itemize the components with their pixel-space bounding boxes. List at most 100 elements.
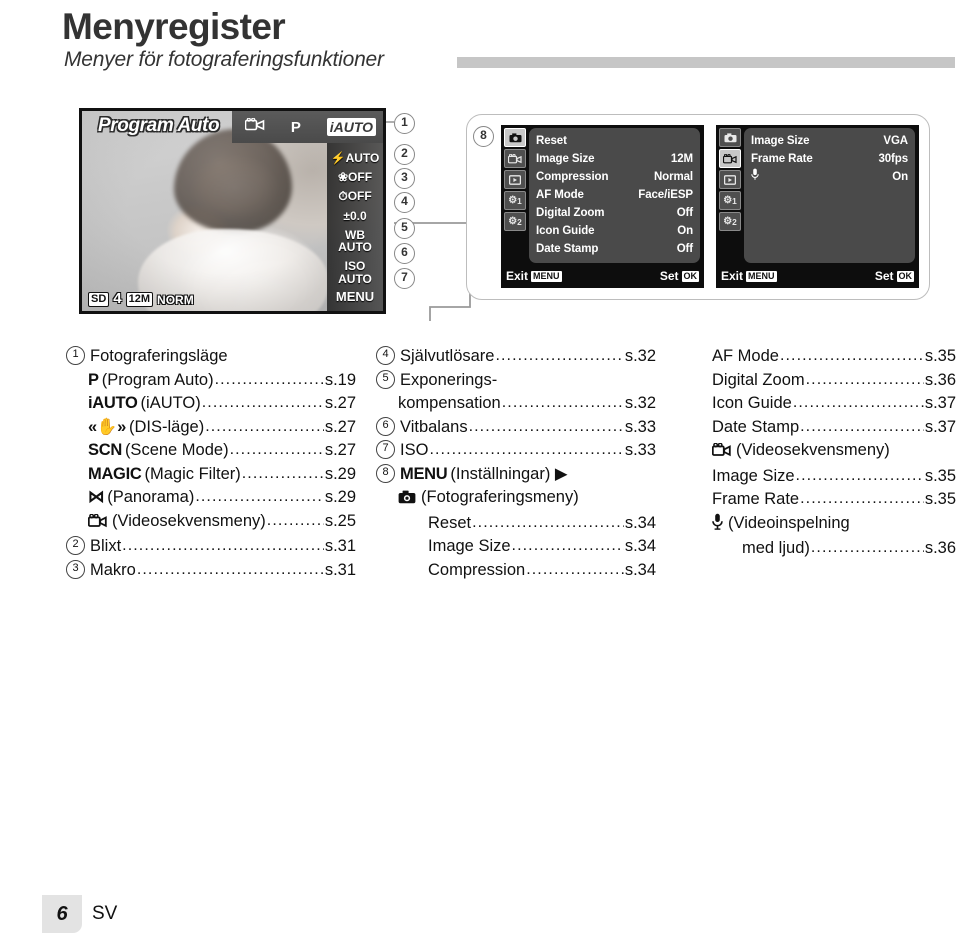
index-entry-label: Compression [398,559,525,583]
index-entry-number: 4 [376,346,395,366]
index-entry[interactable]: 5 Exponerings- [376,369,656,393]
page-number: 6 [56,902,68,925]
index-entry[interactable]: «✋»(DIS-läge)...........................… [66,416,356,440]
settings-2-tab[interactable]: ⚙ 2 [504,212,526,231]
leader-dots: ........................................… [795,466,924,484]
index-entry-number: 8 [376,463,395,483]
movie-tab[interactable] [504,149,526,168]
index-entry-page: s.35 [924,490,956,508]
leader-dots: ........................................… [810,539,924,556]
leader-dots: ........................................… [800,417,924,435]
still-camera-tab[interactable] [719,128,741,147]
index-entry[interactable]: med ljud)...............................… [690,537,956,561]
index-entry-label: Exponerings- [400,369,497,393]
menu-row[interactable]: Icon Guide On [536,222,693,240]
menu-row[interactable]: Date Stamp Off [536,240,693,258]
callout-7: 7 [394,268,415,289]
menu-row-label: Date Stamp [536,243,599,255]
index-entry-page: s.35 [924,466,956,485]
index-entry-text: Image Size [712,466,795,485]
menu-row-value: 30fps [878,153,908,165]
playback-tab[interactable] [719,170,741,189]
leader-dots: ........................................… [429,441,624,458]
index-entry-page: s.31 [324,560,356,579]
index-entry-label: Digital Zoom [712,369,805,393]
playback-tab[interactable] [504,170,526,189]
page-title: Menyregister [62,6,286,47]
index-entry-number: 6 [376,416,395,436]
index-entry[interactable]: (Videoinspelning [690,512,956,538]
callout-5: 5 [394,218,415,239]
settings-2-tab[interactable]: ⚙ 2 [719,212,741,231]
index-entry[interactable]: Frame Rate..............................… [690,488,956,512]
index-entry-text: ISO [400,441,429,459]
leader-dots: ........................................… [195,488,323,505]
index-column-2: 4 Självutlösare..........................… [376,345,656,582]
still-camera-tab[interactable] [504,128,526,147]
index-entry-text: Image Size [428,537,511,555]
index-entry[interactable]: iAUTO(iAUTO)............................… [66,392,356,416]
index-entry[interactable]: (Fotograferingsmeny) [376,486,656,512]
callout-3: 3 [394,168,415,189]
index-entry-label: P (Program Auto) [88,369,214,393]
movie-icon [711,441,731,465]
leader-dots: ........................................… [501,394,624,411]
index-entry[interactable]: (Videosekvensmeny)......................… [66,510,356,536]
index-entry[interactable]: kompensation............................… [376,392,656,416]
index-entry-text: Självutlösare [400,347,495,365]
movie-tab[interactable] [719,149,741,168]
index-entry-text: (Fotograferingsmeny) [421,488,579,506]
index-entry[interactable]: ⋈(Panorama).............................… [66,486,356,510]
index-entry-text: Blixt [90,537,122,555]
index-entry[interactable]: Reset...................................… [376,512,656,536]
index-entry-number: 5 [376,369,395,389]
index-entry-page: s.19 [324,370,356,389]
index-entry-label: Blixt [90,535,121,559]
menu-row[interactable]: On [751,168,908,186]
index-entry[interactable]: 4 Självutlösare..........................… [376,345,656,369]
index-entry-text: (Videoinspelning [728,513,850,532]
menu-row[interactable]: Reset [536,132,693,150]
index-entry-text: med ljud) [742,539,810,557]
index-entry[interactable]: Compression.............................… [376,559,656,583]
index-entry[interactable]: 1 Fotograferingsläge [66,345,356,369]
menu-row[interactable]: Compression Normal [536,168,693,186]
menu-row[interactable]: Image Size 12M [536,150,693,168]
index-entry[interactable]: 7 ISO....................................… [376,439,656,463]
index-entry[interactable]: 8 MENU (Inställningar) ▶ [376,463,656,487]
index-entry[interactable]: 3 Makro..................................… [66,559,356,583]
movie-icon [87,512,107,536]
index-entry-page: s.32 [624,347,656,365]
index-entry[interactable]: (Videosekvensmeny) [690,439,956,465]
index-entry[interactable]: Icon Guide..............................… [690,392,956,416]
index-entry[interactable]: Image Size..............................… [376,535,656,559]
menu-row[interactable]: AF Mode Face/iESP [536,186,693,204]
leader-dots: ........................................… [266,511,324,529]
index-entry[interactable]: Digital Zoom............................… [690,369,956,393]
menu-row-label: AF Mode [536,189,584,201]
index-entry-label: MAGIC (Magic Filter) [88,463,241,487]
settings-1-tab[interactable]: ⚙ 1 [504,191,526,210]
leader-dots: ........................................… [205,417,324,435]
index-entry-page: s.36 [924,539,956,557]
index-entry[interactable]: Image Size..............................… [690,465,956,489]
index-entry[interactable]: SCN(Scene Mode).........................… [66,439,356,463]
menu-rows-1: Reset Image Size 12M Compression Normal AF… [529,128,700,263]
index-entry[interactable]: P(Program Auto).........................… [66,369,356,393]
index-entry[interactable]: Date Stamp..............................… [690,416,956,440]
menu-tabs-1: ⚙ 1 ⚙ 2 [504,128,526,231]
index-entry-page: s.27 [324,417,356,436]
settings-1-tab[interactable]: ⚙ 1 [719,191,741,210]
index-entry[interactable]: 6 Vitbalans..............................… [376,416,656,440]
menu-row-value: 12M [670,153,693,165]
menu-row[interactable]: Frame Rate 30fps [751,150,908,168]
index-entry[interactable]: 2 Blixt..................................… [66,535,356,559]
menu-row[interactable]: Digital Zoom Off [536,204,693,222]
index-entry[interactable]: MAGIC(Magic Filter).....................… [66,463,356,487]
menu-row-label: Icon Guide [536,225,595,237]
leader-dots: ........................................… [468,417,624,435]
index-entry-page: s.34 [624,537,656,555]
menu-row[interactable]: Image Size VGA [751,132,908,150]
menu-row-value: On [892,171,908,183]
index-entry[interactable]: AF Mode.................................… [690,345,956,369]
